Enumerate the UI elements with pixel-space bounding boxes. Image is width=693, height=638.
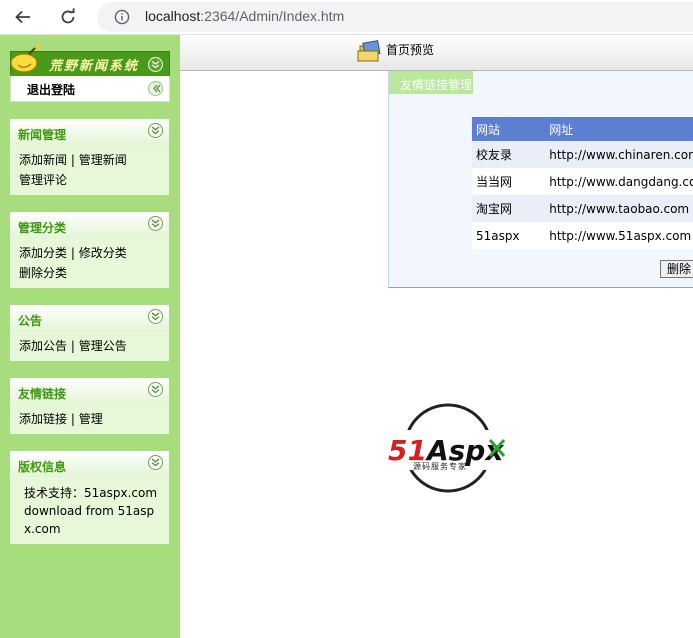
menu-copyright: 版权信息 技术支持：51aspx.com download from 51asp… bbox=[10, 451, 169, 544]
manage-news-link[interactable]: 管理新闻 bbox=[79, 153, 127, 167]
bean-logo-icon bbox=[10, 44, 42, 73]
left-sidebar: 荒野新闻系统 退出登陆 新闻管理 添加新闻 | 管理新闻 管理评论 管理分类 添… bbox=[0, 35, 180, 638]
separator: | bbox=[70, 339, 75, 353]
menu-title: 新闻管理 bbox=[18, 128, 67, 142]
menu-header[interactable]: 版权信息 bbox=[10, 451, 169, 477]
preview-folder-icon bbox=[357, 40, 381, 62]
table-row[interactable]: 校友录 http://www.chinaren.com bbox=[472, 141, 693, 168]
column-header-site: 网站 bbox=[472, 117, 546, 141]
add-news-link[interactable]: 添加新闻 bbox=[19, 153, 67, 167]
site-cell: 51aspx bbox=[472, 222, 546, 249]
table-row[interactable]: 当当网 http://www.dangdang.com bbox=[472, 168, 693, 195]
menu-header[interactable]: 友情链接 bbox=[10, 378, 169, 404]
menu-header[interactable]: 管理分类 bbox=[10, 212, 169, 238]
menu-categories: 管理分类 添加分类 | 修改分类 删除分类 bbox=[10, 212, 169, 288]
menu-header[interactable]: 新闻管理 bbox=[10, 119, 169, 145]
browser-toolbar: localhost:2364/Admin/Index.htm bbox=[0, 0, 693, 35]
expand-icon[interactable] bbox=[148, 216, 163, 231]
expand-icon[interactable] bbox=[148, 455, 163, 470]
home-preview-link[interactable]: 首页预览 bbox=[386, 41, 434, 58]
url-cell: http://www.51aspx.com bbox=[545, 222, 693, 249]
add-announcement-link[interactable]: 添加公告 bbox=[19, 339, 67, 353]
friend-links-table: 网站 网址 校友录 http://www.chinaren.com 当当网 ht… bbox=[472, 117, 693, 249]
menu-body: 添加公告 | 管理公告 bbox=[10, 331, 169, 361]
url-path: :2364/Admin/Index.htm bbox=[200, 8, 345, 24]
download-text-2: x.com bbox=[24, 522, 61, 536]
51aspx-watermark-logo: 51Aspx 源码服务专家 bbox=[387, 403, 513, 493]
expand-icon[interactable] bbox=[148, 309, 163, 324]
delete-button[interactable]: 删除 bbox=[660, 260, 693, 278]
support-text: 技术支持：51aspx.com bbox=[24, 486, 158, 500]
url-host: localhost bbox=[145, 8, 201, 24]
menu-friend-links: 友情链接 添加链接 | 管理 bbox=[10, 378, 169, 434]
column-header-url: 网址 bbox=[545, 117, 693, 141]
site-cell: 校友录 bbox=[472, 141, 546, 168]
separator: | bbox=[70, 246, 75, 260]
back-button[interactable] bbox=[11, 5, 35, 29]
friend-links-panel: 友情链接管理 网站 网址 校友录 http://www.chinaren.com… bbox=[388, 71, 693, 288]
site-cell: 淘宝网 bbox=[472, 195, 546, 222]
menu-title: 管理分类 bbox=[18, 221, 67, 235]
menu-news: 新闻管理 添加新闻 | 管理新闻 管理评论 bbox=[10, 119, 169, 195]
add-category-link[interactable]: 添加分类 bbox=[19, 246, 67, 260]
tab-friend-links[interactable]: 友情链接管理 bbox=[389, 71, 473, 94]
logout-row: 退出登陆 bbox=[10, 76, 170, 102]
logout-link[interactable]: 退出登陆 bbox=[27, 81, 75, 98]
separator: | bbox=[70, 153, 75, 167]
reload-button[interactable] bbox=[56, 5, 80, 29]
menu-title: 公告 bbox=[18, 314, 43, 328]
menu-body: 添加分类 | 修改分类 删除分类 bbox=[10, 238, 169, 288]
reload-icon bbox=[61, 8, 75, 24]
table-header-row: 网站 网址 bbox=[472, 117, 693, 141]
menu-title: 版权信息 bbox=[18, 460, 67, 474]
menu-header[interactable]: 公告 bbox=[10, 305, 169, 331]
menu-body: 技术支持：51aspx.com download from 51asp x.co… bbox=[10, 477, 169, 544]
edit-category-link[interactable]: 修改分类 bbox=[79, 246, 127, 260]
collapse-icon[interactable] bbox=[148, 81, 163, 96]
back-arrow-icon bbox=[15, 10, 30, 24]
logo-tagline: 源码服务专家 bbox=[413, 461, 467, 471]
add-link-link[interactable]: 添加链接 bbox=[19, 412, 67, 426]
manage-announcement-link[interactable]: 管理公告 bbox=[79, 339, 127, 353]
url-text[interactable]: localhost:2364/Admin/Index.htm bbox=[145, 8, 344, 24]
top-bar: 首页预览 bbox=[180, 35, 693, 71]
delete-category-link[interactable]: 删除分类 bbox=[19, 266, 67, 280]
manage-links-link[interactable]: 管理 bbox=[79, 412, 103, 426]
logo-text: 荒野新闻系统 bbox=[49, 59, 140, 74]
site-cell: 当当网 bbox=[472, 168, 546, 195]
url-cell: http://www.dangdang.com bbox=[545, 168, 693, 195]
url-cell: http://www.chinaren.com bbox=[545, 141, 693, 168]
manage-comments-link[interactable]: 管理评论 bbox=[19, 173, 67, 187]
expand-icon[interactable] bbox=[148, 382, 163, 397]
menu-body: 添加链接 | 管理 bbox=[10, 404, 169, 434]
tab-label: 友情链接管理 bbox=[400, 78, 473, 92]
menu-announcements: 公告 添加公告 | 管理公告 bbox=[10, 305, 169, 361]
info-icon[interactable] bbox=[114, 9, 130, 25]
download-text-1: download from 51asp bbox=[24, 504, 155, 518]
expand-icon[interactable] bbox=[148, 123, 163, 138]
menu-title: 友情链接 bbox=[18, 387, 67, 401]
url-cell: http://www.taobao.com bbox=[545, 195, 693, 222]
table-row[interactable]: 51aspx http://www.51aspx.com bbox=[472, 222, 693, 249]
menu-body: 添加新闻 | 管理新闻 管理评论 bbox=[10, 145, 169, 195]
separator: | bbox=[70, 412, 75, 426]
collapse-icon[interactable] bbox=[148, 57, 163, 72]
table-row[interactable]: 淘宝网 http://www.taobao.com bbox=[472, 195, 693, 222]
logo-banner: 荒野新闻系统 bbox=[10, 44, 170, 76]
